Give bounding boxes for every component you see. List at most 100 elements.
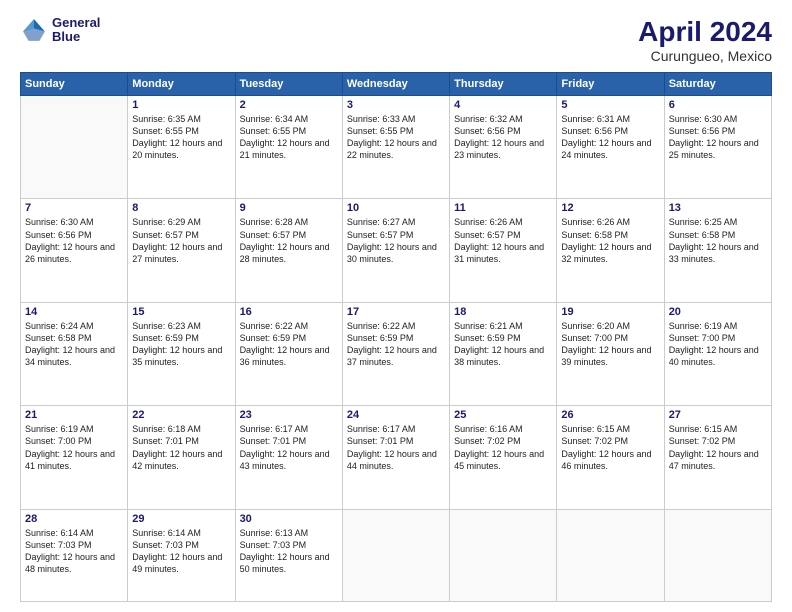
calendar-cell: 1Sunrise: 6:35 AM Sunset: 6:55 PM Daylig… <box>128 96 235 199</box>
day-info: Sunrise: 6:18 AM Sunset: 7:01 PM Dayligh… <box>132 423 230 472</box>
day-info: Sunrise: 6:16 AM Sunset: 7:02 PM Dayligh… <box>454 423 552 472</box>
calendar-week-row: 7Sunrise: 6:30 AM Sunset: 6:56 PM Daylig… <box>21 199 772 302</box>
day-number: 19 <box>561 306 659 318</box>
weekday-header: Saturday <box>664 73 771 96</box>
day-number: 16 <box>240 306 338 318</box>
day-number: 30 <box>240 513 338 525</box>
day-number: 10 <box>347 202 445 214</box>
calendar-cell: 14 Sunrise: 6:24 AM Sunset: 6:58 PM Dayli… <box>21 302 128 405</box>
weekday-header: Thursday <box>450 73 557 96</box>
title-area: April 2024 Curungueo, Mexico <box>638 16 772 64</box>
calendar-cell <box>664 509 771 601</box>
day-number: 25 <box>454 409 552 421</box>
day-number: 2 <box>240 99 338 111</box>
calendar-cell: 21 Sunrise: 6:19 AM Sunset: 7:00 PM Dayli… <box>21 406 128 509</box>
weekday-header: Tuesday <box>235 73 342 96</box>
calendar-cell: 17Sunrise: 6:22 AM Sunset: 6:59 PM Dayli… <box>342 302 449 405</box>
day-number: 11 <box>454 202 552 214</box>
weekday-header: Monday <box>128 73 235 96</box>
calendar-cell: 27Sunrise: 6:15 AM Sunset: 7:02 PM Dayli… <box>664 406 771 509</box>
calendar-cell <box>21 96 128 199</box>
calendar-week-row: 21 Sunrise: 6:19 AM Sunset: 7:00 PM Dayli… <box>21 406 772 509</box>
calendar-cell <box>342 509 449 601</box>
calendar-cell: 3Sunrise: 6:33 AM Sunset: 6:55 PM Daylig… <box>342 96 449 199</box>
day-info: Sunrise: 6:13 AM Sunset: 7:03 PM Dayligh… <box>240 527 338 576</box>
subtitle: Curungueo, Mexico <box>638 48 772 64</box>
day-info: Sunrise: 6:14 AM Sunset: 7:03 PM Dayligh… <box>25 527 123 576</box>
day-info: Sunrise: 6:15 AM Sunset: 7:02 PM Dayligh… <box>561 423 659 472</box>
day-info: Sunrise: 6:29 AM Sunset: 6:57 PM Dayligh… <box>132 216 230 265</box>
weekday-header: Sunday <box>21 73 128 96</box>
logo-line1: General <box>52 16 100 30</box>
day-info: Sunrise: 6:20 AM Sunset: 7:00 PM Dayligh… <box>561 320 659 369</box>
calendar-cell: 28 Sunrise: 6:14 AM Sunset: 7:03 PM Dayli… <box>21 509 128 601</box>
day-number: 5 <box>561 99 659 111</box>
calendar-cell: 8 Sunrise: 6:29 AM Sunset: 6:57 PM Daylig… <box>128 199 235 302</box>
day-info: Sunrise: 6:31 AM Sunset: 6:56 PM Dayligh… <box>561 113 659 162</box>
day-info: Sunrise: 6:33 AM Sunset: 6:55 PM Dayligh… <box>347 113 445 162</box>
calendar-cell: 5 Sunrise: 6:31 AM Sunset: 6:56 PM Daylig… <box>557 96 664 199</box>
day-info: Sunrise: 6:25 AM Sunset: 6:58 PM Dayligh… <box>669 216 767 265</box>
calendar-week-row: 28 Sunrise: 6:14 AM Sunset: 7:03 PM Dayli… <box>21 509 772 601</box>
day-info: Sunrise: 6:15 AM Sunset: 7:02 PM Dayligh… <box>669 423 767 472</box>
day-number: 22 <box>132 409 230 421</box>
calendar-week-row: 14 Sunrise: 6:24 AM Sunset: 6:58 PM Dayli… <box>21 302 772 405</box>
day-number: 28 <box>25 513 123 525</box>
calendar-cell: 29Sunrise: 6:14 AM Sunset: 7:03 PM Dayli… <box>128 509 235 601</box>
day-number: 6 <box>669 99 767 111</box>
day-number: 1 <box>132 99 230 111</box>
day-number: 29 <box>132 513 230 525</box>
day-info: Sunrise: 6:17 AM Sunset: 7:01 PM Dayligh… <box>240 423 338 472</box>
day-number: 26 <box>561 409 659 421</box>
calendar-header-row: SundayMondayTuesdayWednesdayThursdayFrid… <box>21 73 772 96</box>
calendar-cell <box>557 509 664 601</box>
day-info: Sunrise: 6:23 AM Sunset: 6:59 PM Dayligh… <box>132 320 230 369</box>
weekday-header: Friday <box>557 73 664 96</box>
calendar-cell: 16Sunrise: 6:22 AM Sunset: 6:59 PM Dayli… <box>235 302 342 405</box>
calendar-cell: 2Sunrise: 6:34 AM Sunset: 6:55 PM Daylig… <box>235 96 342 199</box>
logo-text: General Blue <box>52 16 100 45</box>
day-info: Sunrise: 6:21 AM Sunset: 6:59 PM Dayligh… <box>454 320 552 369</box>
calendar-cell: 7Sunrise: 6:30 AM Sunset: 6:56 PM Daylig… <box>21 199 128 302</box>
day-number: 20 <box>669 306 767 318</box>
calendar-cell: 30 Sunrise: 6:13 AM Sunset: 7:03 PM Dayli… <box>235 509 342 601</box>
day-info: Sunrise: 6:26 AM Sunset: 6:57 PM Dayligh… <box>454 216 552 265</box>
calendar-week-row: 1Sunrise: 6:35 AM Sunset: 6:55 PM Daylig… <box>21 96 772 199</box>
calendar-cell: 20 Sunrise: 6:19 AM Sunset: 7:00 PM Dayli… <box>664 302 771 405</box>
day-number: 21 <box>25 409 123 421</box>
calendar-cell: 23 Sunrise: 6:17 AM Sunset: 7:01 PM Dayli… <box>235 406 342 509</box>
day-info: Sunrise: 6:19 AM Sunset: 7:00 PM Dayligh… <box>669 320 767 369</box>
calendar-cell: 22 Sunrise: 6:18 AM Sunset: 7:01 PM Dayli… <box>128 406 235 509</box>
day-info: Sunrise: 6:27 AM Sunset: 6:57 PM Dayligh… <box>347 216 445 265</box>
day-number: 4 <box>454 99 552 111</box>
day-number: 24 <box>347 409 445 421</box>
day-info: Sunrise: 6:24 AM Sunset: 6:58 PM Dayligh… <box>25 320 123 369</box>
calendar-cell: 10 Sunrise: 6:27 AM Sunset: 6:57 PM Dayli… <box>342 199 449 302</box>
calendar-cell: 18 Sunrise: 6:21 AM Sunset: 6:59 PM Dayli… <box>450 302 557 405</box>
calendar-cell: 6Sunrise: 6:30 AM Sunset: 6:56 PM Daylig… <box>664 96 771 199</box>
calendar-cell: 24Sunrise: 6:17 AM Sunset: 7:01 PM Dayli… <box>342 406 449 509</box>
logo-icon <box>20 16 48 44</box>
day-info: Sunrise: 6:26 AM Sunset: 6:58 PM Dayligh… <box>561 216 659 265</box>
logo-line2: Blue <box>52 30 100 44</box>
day-number: 17 <box>347 306 445 318</box>
day-number: 14 <box>25 306 123 318</box>
header: General Blue April 2024 Curungueo, Mexic… <box>20 16 772 64</box>
main-title: April 2024 <box>638 16 772 48</box>
calendar-cell: 4Sunrise: 6:32 AM Sunset: 6:56 PM Daylig… <box>450 96 557 199</box>
calendar-cell: 13Sunrise: 6:25 AM Sunset: 6:58 PM Dayli… <box>664 199 771 302</box>
day-info: Sunrise: 6:28 AM Sunset: 6:57 PM Dayligh… <box>240 216 338 265</box>
day-number: 18 <box>454 306 552 318</box>
day-number: 7 <box>25 202 123 214</box>
calendar-table: SundayMondayTuesdayWednesdayThursdayFrid… <box>20 72 772 602</box>
calendar-cell: 26 Sunrise: 6:15 AM Sunset: 7:02 PM Dayli… <box>557 406 664 509</box>
calendar-cell: 25 Sunrise: 6:16 AM Sunset: 7:02 PM Dayli… <box>450 406 557 509</box>
day-number: 23 <box>240 409 338 421</box>
page: General Blue April 2024 Curungueo, Mexic… <box>0 0 792 612</box>
day-info: Sunrise: 6:19 AM Sunset: 7:00 PM Dayligh… <box>25 423 123 472</box>
calendar-cell: 11 Sunrise: 6:26 AM Sunset: 6:57 PM Dayli… <box>450 199 557 302</box>
calendar-cell: 9Sunrise: 6:28 AM Sunset: 6:57 PM Daylig… <box>235 199 342 302</box>
weekday-header: Wednesday <box>342 73 449 96</box>
calendar-cell: 15Sunrise: 6:23 AM Sunset: 6:59 PM Dayli… <box>128 302 235 405</box>
day-number: 8 <box>132 202 230 214</box>
